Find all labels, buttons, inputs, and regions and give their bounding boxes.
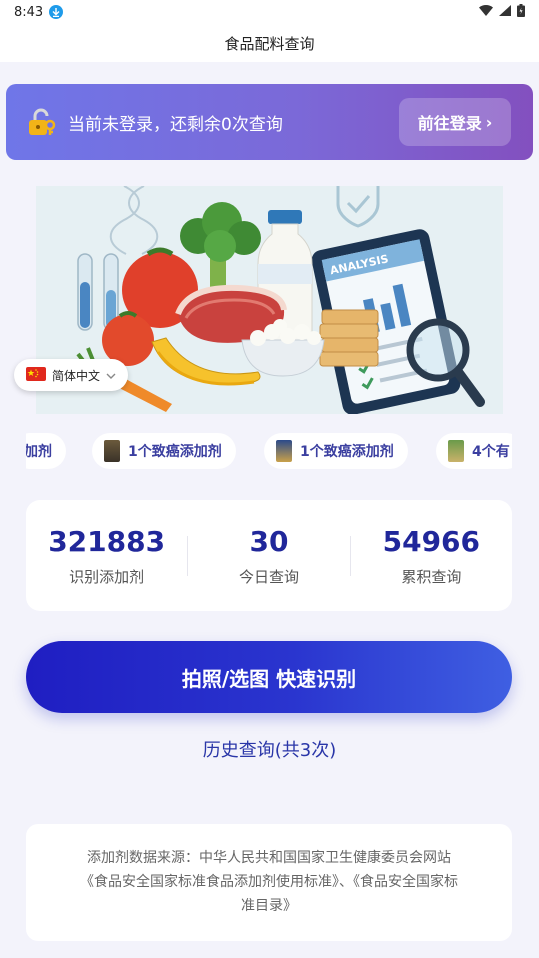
ticker-chip[interactable]: 加剂 <box>26 433 66 469</box>
stat-value: 54966 <box>382 524 481 558</box>
stat-label: 识别添加剂 <box>69 567 145 586</box>
app-title-bar: 食品配料查询 <box>0 24 539 62</box>
status-bar: 8:43 <box>0 0 539 24</box>
download-icon <box>49 5 64 19</box>
ticker-chip[interactable]: 1个致癌添加剂 <box>92 433 236 469</box>
scan-identify-button[interactable]: 拍照/选图 快速识别 <box>26 641 512 713</box>
scan-identify-label: 拍照/选图 快速识别 <box>181 666 357 691</box>
ticker-chip-label: 1个致癌添加剂 <box>300 444 394 460</box>
product-thumb-icon <box>104 440 120 462</box>
ticker-chip-label: 4个有 <box>472 444 510 460</box>
stat-label: 今日查询 <box>238 567 299 586</box>
status-time: 8:43 <box>14 4 44 20</box>
product-thumb-icon <box>448 440 464 462</box>
crackers <box>319 309 379 367</box>
language-selector[interactable]: 简体中文 <box>14 359 129 391</box>
source-line: 添加剂数据来源：中华人民共和国国家卫生健康委员会网站 <box>87 850 451 866</box>
status-left: 8:43 <box>14 4 64 20</box>
stat-total-queries: 54966 累积查询 <box>351 525 512 587</box>
wifi-icon <box>479 4 493 20</box>
source-line: 《食品安全国家标准食品添加剂使用标准》、《食品安全国家标 <box>80 874 458 890</box>
additive-ticker: 加剂 1个致癌添加剂 1个致癌添加剂 4个有 <box>26 432 512 472</box>
chevron-right-icon: › <box>485 112 493 132</box>
data-source-note: 添加剂数据来源：中华人民共和国国家卫生健康委员会网站 《食品安全国家标准食品添加… <box>26 824 512 941</box>
history-queries-link[interactable]: 历史查询(共3次) <box>0 736 539 762</box>
stats-card: 321883 识别添加剂 30 今日查询 54966 累积查询 <box>26 500 512 611</box>
ticker-chip[interactable]: 1个致癌添加剂 <box>264 433 408 469</box>
ticker-track: 加剂 1个致癌添加剂 1个致癌添加剂 4个有 <box>26 432 512 472</box>
history-label: 历史查询(共3次) <box>202 740 337 761</box>
ticker-chip-label: 1个致癌添加剂 <box>128 444 222 460</box>
china-flag-icon <box>26 366 46 384</box>
page-title: 食品配料查询 <box>224 34 315 53</box>
source-line: 准目录》 <box>241 898 297 914</box>
go-login-button[interactable]: 前往登录 › <box>399 98 511 146</box>
ticker-chip-label: 加剂 <box>26 444 52 460</box>
stat-value: 321883 <box>48 524 166 558</box>
stat-today-queries: 30 今日查询 <box>188 525 349 587</box>
ticker-chip[interactable]: 4个有 <box>436 433 512 469</box>
status-right <box>479 3 525 21</box>
signal-icon <box>499 4 511 20</box>
stat-value: 30 <box>249 524 289 558</box>
chevron-down-icon <box>106 368 116 382</box>
battery-icon <box>517 3 525 21</box>
product-thumb-icon <box>276 440 292 462</box>
language-label: 简体中文 <box>52 368 101 383</box>
stat-identified-additives: 321883 识别添加剂 <box>26 525 187 587</box>
login-banner[interactable]: 当前未登录，还剩余0次查询 前往登录 › <box>6 84 533 160</box>
login-message: 当前未登录，还剩余0次查询 <box>68 114 283 135</box>
lock-icon <box>26 107 56 137</box>
stat-label: 累积查询 <box>401 567 462 586</box>
go-login-label: 前往登录 <box>417 114 482 133</box>
